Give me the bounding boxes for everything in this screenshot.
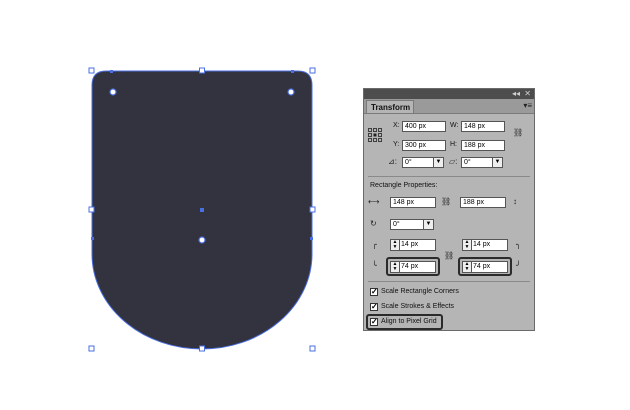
handle-bottom-center[interactable] xyxy=(199,345,205,352)
h-field[interactable]: 188 px xyxy=(461,140,505,151)
divider xyxy=(368,281,530,282)
close-icon[interactable]: ✕ xyxy=(524,89,531,99)
w-field[interactable]: 148 px xyxy=(461,121,505,132)
scale-corners-label: Scale Rectangle Corners xyxy=(381,288,459,295)
shear-icon: ▱: xyxy=(449,157,458,166)
rectangle-properties-heading: Rectangle Properties: xyxy=(370,182,438,189)
handle-middle-right[interactable] xyxy=(309,206,316,213)
corner-tr-stepper[interactable]: ▲ ▼ 14 px xyxy=(462,239,508,251)
rotate-select[interactable]: 0° ▼ xyxy=(402,157,444,168)
anchor-point[interactable] xyxy=(91,237,94,240)
rect-width-field[interactable]: 148 px xyxy=(390,197,436,208)
align-pixel-grid-label: Align to Pixel Grid xyxy=(381,318,437,325)
x-field[interactable]: 400 px xyxy=(402,121,446,132)
panel-menu-icon[interactable]: ▾≡ xyxy=(523,101,532,110)
handle-top-left[interactable] xyxy=(88,67,95,74)
corner-bl-icon: ╰ xyxy=(372,261,377,270)
corner-br-icon: ╯ xyxy=(516,261,521,270)
h-label: H: xyxy=(450,141,457,148)
width-arrows-icon: ⟷ xyxy=(368,197,380,206)
scale-strokes-checkbox[interactable]: ✓ xyxy=(370,303,378,311)
corner-bl-stepper[interactable]: ▲ ▼ 74 px xyxy=(390,261,436,273)
stepper-arrows-icon[interactable]: ▲ ▼ xyxy=(463,240,472,250)
anchor-point[interactable] xyxy=(310,237,313,240)
rotate-icon: ↻ xyxy=(370,219,377,228)
y-field[interactable]: 300 px xyxy=(402,140,446,151)
rect-height-field[interactable]: 188 px xyxy=(460,197,506,208)
anchor-point[interactable] xyxy=(110,70,113,73)
corner-br-stepper[interactable]: ▲ ▼ 74 px xyxy=(462,261,508,273)
reference-point-icon[interactable] xyxy=(368,128,382,142)
link-corners-icon[interactable]: ⛓ xyxy=(444,251,454,261)
rotate-angle-icon: ⊿: xyxy=(388,157,397,166)
height-arrows-icon: ↕ xyxy=(513,197,517,206)
handle-middle-left[interactable] xyxy=(88,206,95,213)
link-dimensions-icon[interactable]: ⛓ xyxy=(441,197,451,207)
artboard-canvas[interactable] xyxy=(0,0,630,410)
center-point xyxy=(200,208,204,212)
chevron-down-icon[interactable]: ▼ xyxy=(492,158,502,167)
panel-tab-bar: Transform ▾≡ xyxy=(364,99,534,114)
corner-tl-stepper[interactable]: ▲ ▼ 14 px xyxy=(390,239,436,251)
rect-rotate-select[interactable]: 0° ▼ xyxy=(390,219,434,230)
stepper-arrows-icon[interactable]: ▲ ▼ xyxy=(391,262,400,272)
y-label: Y: xyxy=(393,141,400,148)
handle-top-right[interactable] xyxy=(309,67,316,74)
handle-bottom-left[interactable] xyxy=(88,345,95,352)
corner-widget-top-left[interactable] xyxy=(109,88,117,96)
stepper-arrows-icon[interactable]: ▲ ▼ xyxy=(391,240,400,250)
scale-corners-checkbox[interactable]: ✓ xyxy=(370,288,378,296)
tab-transform[interactable]: Transform xyxy=(366,100,414,113)
chevron-down-icon[interactable]: ▼ xyxy=(433,158,443,167)
scale-strokes-label: Scale Strokes & Effects xyxy=(381,303,455,310)
collapse-icon[interactable]: ◂◂ xyxy=(512,89,520,99)
corner-widget-top-right[interactable] xyxy=(287,88,295,96)
shear-select[interactable]: 0° ▼ xyxy=(461,157,503,168)
corner-tr-icon: ╮ xyxy=(516,240,521,249)
divider xyxy=(368,176,530,177)
stepper-arrows-icon[interactable]: ▲ ▼ xyxy=(463,262,472,272)
transform-panel: ◂◂ ✕ Transform ▾≡ X: 400 px W: 148 px Y:… xyxy=(363,88,535,331)
x-label: X: xyxy=(393,122,400,129)
panel-title-bar[interactable]: ◂◂ ✕ xyxy=(364,89,534,99)
corner-tl-icon: ╭ xyxy=(372,240,377,249)
corner-widget-bottom[interactable] xyxy=(198,236,206,244)
align-pixel-grid-checkbox[interactable]: ✓ xyxy=(370,318,378,326)
handle-top-center[interactable] xyxy=(199,67,205,74)
anchor-point[interactable] xyxy=(291,70,294,73)
constrain-proportions-icon[interactable]: ⛓ xyxy=(513,128,523,138)
handle-bottom-right[interactable] xyxy=(309,345,316,352)
chevron-down-icon[interactable]: ▼ xyxy=(423,220,433,229)
w-label: W: xyxy=(450,122,459,129)
